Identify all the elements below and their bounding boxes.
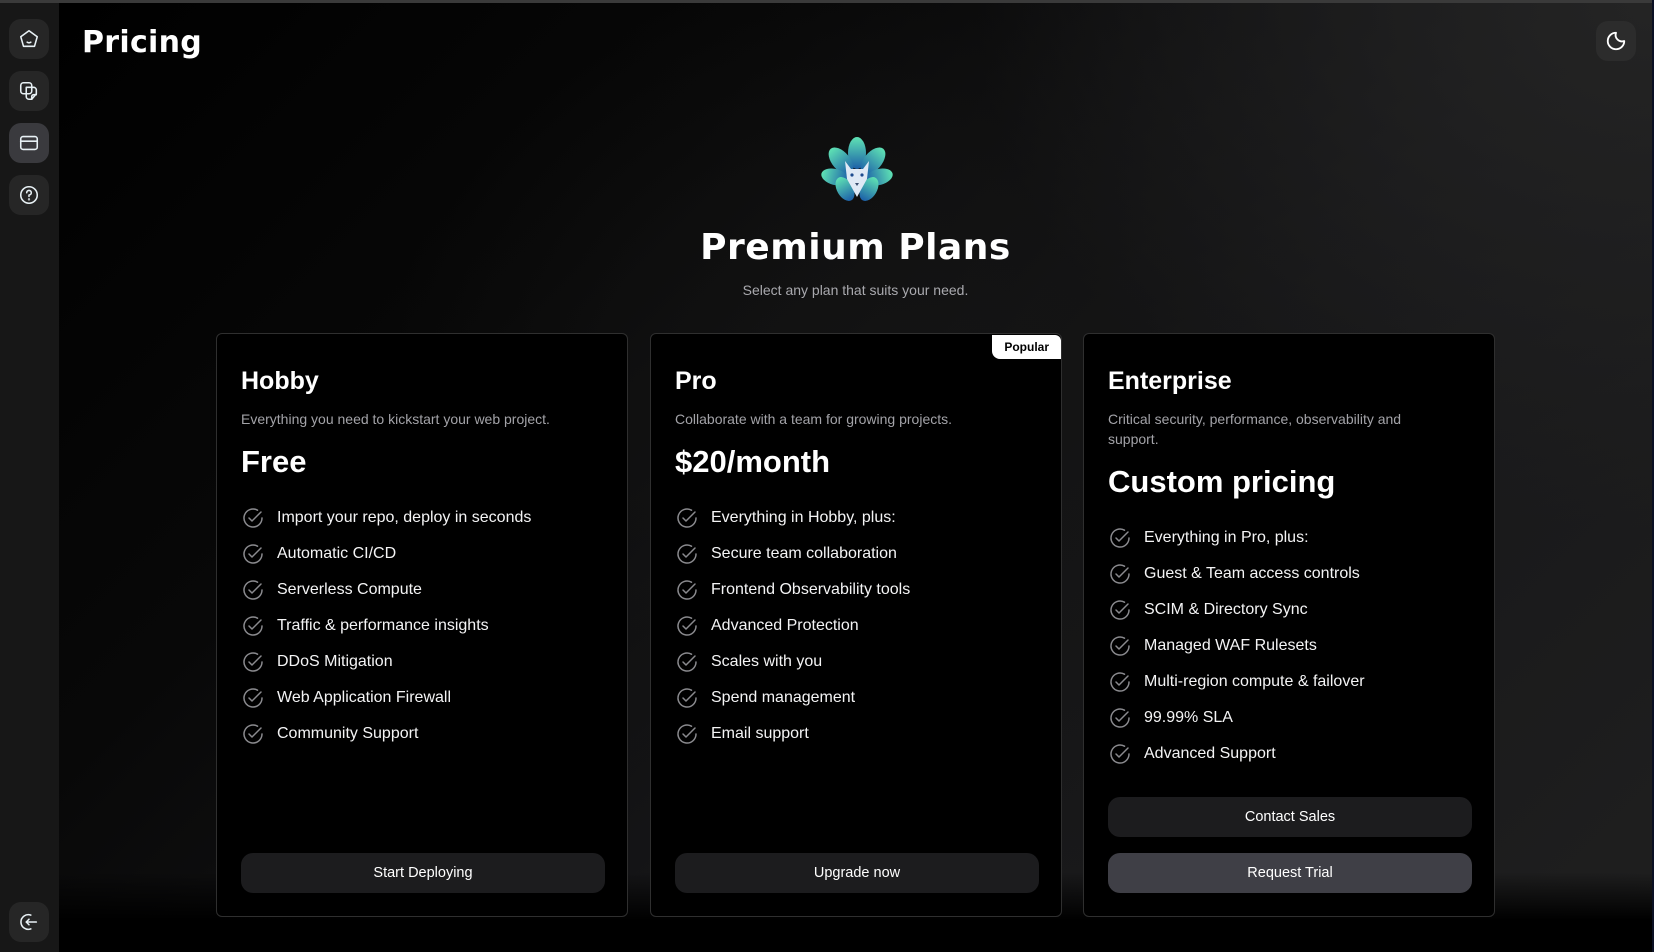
start-deploying-button[interactable]: Start Deploying (241, 853, 605, 893)
check-circle-icon (1110, 672, 1130, 692)
check-circle-icon (243, 688, 263, 708)
plan-price: Free (241, 444, 307, 479)
feature-item: 99.99% SLA (1108, 700, 1365, 736)
check-circle-icon (677, 508, 697, 528)
plan-name: Pro (675, 367, 717, 395)
documents-icon (19, 81, 38, 101)
check-circle-icon (1110, 564, 1130, 584)
feature-item: Traffic & performance insights (241, 608, 531, 644)
feature-item: Guest & Team access controls (1108, 556, 1365, 592)
feature-item: Multi-region compute & failover (1108, 664, 1365, 700)
feature-list: Import your repo, deploy in seconds Auto… (241, 500, 531, 752)
check-circle-icon (243, 508, 263, 528)
plan-price: $20/month (675, 444, 831, 479)
theme-toggle-button[interactable] (1596, 21, 1636, 61)
sidebar-item-home[interactable] (9, 19, 49, 59)
fox-logo (821, 137, 893, 201)
feature-item: Everything in Pro, plus: (1108, 520, 1365, 556)
request-trial-button[interactable]: Request Trial (1108, 853, 1472, 893)
feature-item: Advanced Protection (675, 608, 910, 644)
check-circle-icon (243, 544, 263, 564)
feature-item: Serverless Compute (241, 572, 531, 608)
check-circle-icon (677, 652, 697, 672)
check-circle-icon (1110, 636, 1130, 656)
feature-item: Automatic CI/CD (241, 536, 531, 572)
plan-description: Everything you need to kickstart your we… (241, 411, 550, 427)
plan-description: Critical security, performance, observab… (1108, 411, 1402, 447)
feature-item: Scales with you (675, 644, 910, 680)
feature-item: Managed WAF Rulesets (1108, 628, 1365, 664)
help-circle-icon (19, 185, 39, 205)
hero-subtitle: Select any plan that suits your need. (742, 282, 969, 298)
credit-card-icon (19, 135, 39, 151)
page-title: Pricing (82, 25, 203, 60)
plan-card-hobby: Hobby Everything you need to kickstart y… (216, 333, 628, 917)
feature-list: Everything in Pro, plus: Guest & Team ac… (1108, 520, 1365, 772)
sidebar (0, 3, 59, 952)
feature-list: Everything in Hobby, plus: Secure team c… (675, 500, 910, 752)
check-circle-icon (243, 616, 263, 636)
check-circle-icon (677, 616, 697, 636)
plan-card-pro: Popular Pro Collaborate with a team for … (650, 333, 1062, 917)
check-circle-icon (243, 580, 263, 600)
home-icon (19, 29, 39, 48)
plan-card-enterprise: Enterprise Critical security, performanc… (1083, 333, 1495, 917)
check-circle-icon (243, 652, 263, 672)
logout-icon (20, 913, 38, 931)
check-circle-icon (677, 544, 697, 564)
feature-item: Secure team collaboration (675, 536, 910, 572)
feature-item: Spend management (675, 680, 910, 716)
upgrade-now-button[interactable]: Upgrade now (675, 853, 1039, 893)
check-circle-icon (1110, 744, 1130, 764)
feature-item: Frontend Observability tools (675, 572, 910, 608)
check-circle-icon (677, 724, 697, 744)
moon-icon (1606, 31, 1626, 51)
feature-item: Web Application Firewall (241, 680, 531, 716)
feature-item: SCIM & Directory Sync (1108, 592, 1365, 628)
feature-item: Community Support (241, 716, 531, 752)
hero-title: Premium Plans (700, 227, 1011, 268)
window-top-border (0, 0, 1654, 3)
sidebar-item-pricing[interactable] (9, 123, 49, 163)
plan-price: Custom pricing (1108, 464, 1336, 499)
plan-name: Hobby (241, 367, 319, 395)
check-circle-icon (1110, 600, 1130, 620)
check-circle-icon (1110, 708, 1130, 728)
sidebar-item-help[interactable] (9, 175, 49, 215)
sidebar-item-documents[interactable] (9, 71, 49, 111)
feature-item: Import your repo, deploy in seconds (241, 500, 531, 536)
main-content: Pricing Premium Plans Select any plan th… (59, 3, 1652, 952)
plan-name: Enterprise (1108, 367, 1232, 395)
feature-item: Email support (675, 716, 910, 752)
logout-button[interactable] (9, 902, 49, 942)
popular-badge: Popular (992, 335, 1061, 359)
check-circle-icon (677, 580, 697, 600)
contact-sales-button[interactable]: Contact Sales (1108, 797, 1472, 837)
feature-item: Advanced Support (1108, 736, 1365, 772)
check-circle-icon (243, 724, 263, 744)
check-circle-icon (1110, 528, 1130, 548)
check-circle-icon (677, 688, 697, 708)
feature-item: Everything in Hobby, plus: (675, 500, 910, 536)
plan-description: Collaborate with a team for growing proj… (675, 411, 953, 427)
feature-item: DDoS Mitigation (241, 644, 531, 680)
